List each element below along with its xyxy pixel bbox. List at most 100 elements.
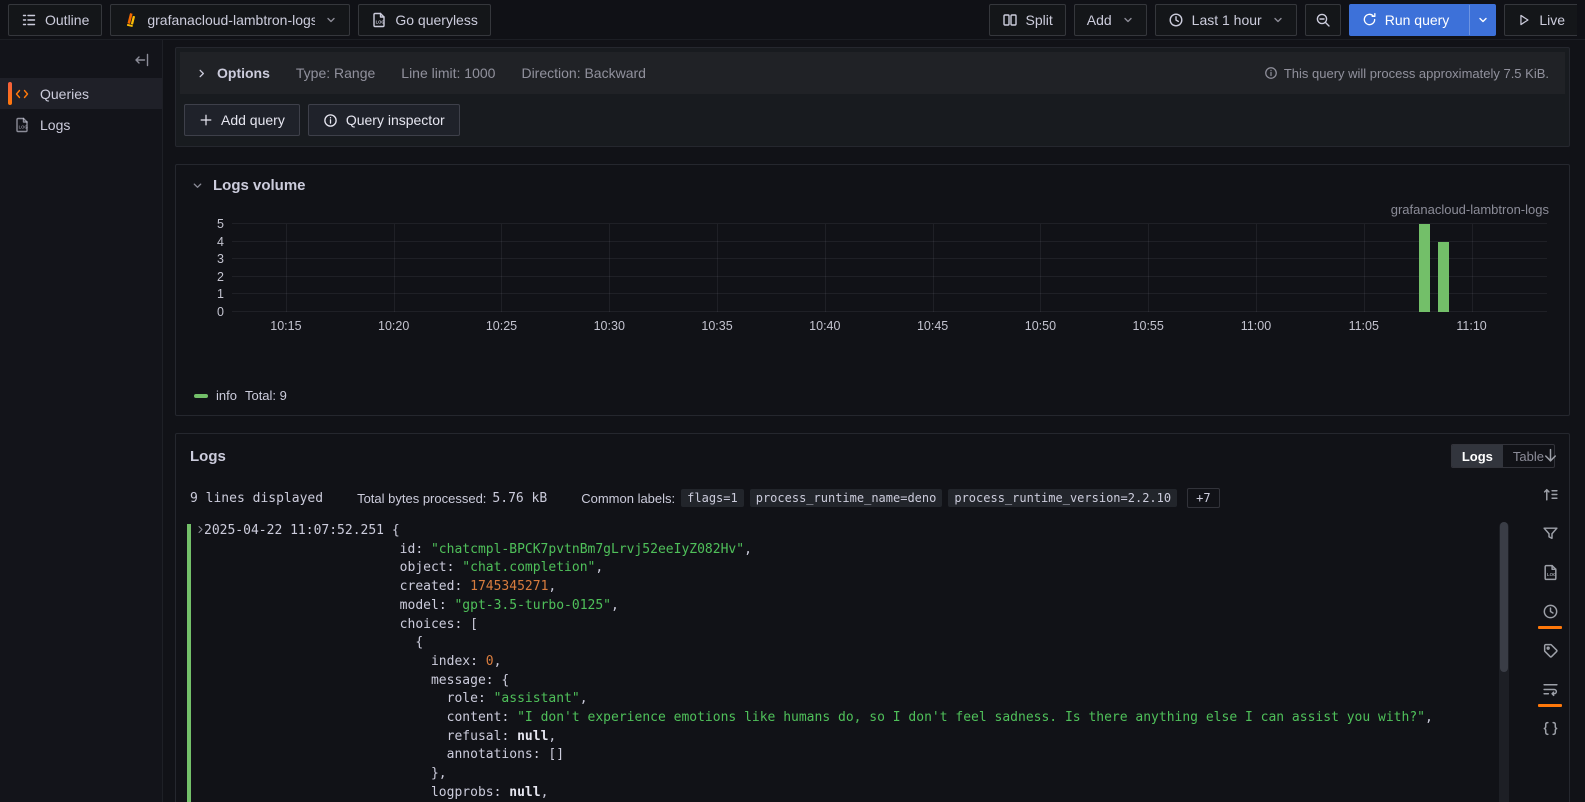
log-json-line: index: 0, — [204, 653, 1555, 672]
gridline — [232, 276, 1547, 277]
svg-text:LOG: LOG — [19, 124, 28, 129]
clock-icon — [1168, 12, 1184, 28]
go-queryless-button[interactable]: LOG Go queryless — [358, 4, 490, 36]
query-inspector-button[interactable]: Query inspector — [308, 104, 460, 136]
x-axis-tick: 10:50 — [1025, 319, 1056, 333]
query-size-notice-text: This query will process approximately 7.… — [1284, 66, 1549, 81]
add-query-button[interactable]: Add query — [184, 104, 300, 136]
gridline — [232, 293, 1547, 294]
gridline — [232, 258, 1547, 259]
chart-legend: info Total: 9 — [194, 388, 1559, 403]
common-labels-label: Common labels: — [581, 491, 675, 506]
log-file-icon: LOG — [371, 12, 387, 28]
chevron-down-icon — [325, 14, 337, 26]
legend-series-name[interactable]: info — [216, 388, 237, 403]
gridline — [394, 224, 395, 312]
toolbar-left: Outline grafanacloud-lambtron-logs LOG G… — [8, 4, 491, 36]
option-type: Type: Range — [296, 65, 375, 81]
log-level-stripe-info — [187, 524, 191, 802]
refresh-icon — [1362, 12, 1377, 27]
y-axis-tick: 1 — [217, 287, 224, 301]
sidebar-item-queries[interactable]: Queries — [0, 78, 162, 109]
log-json-line: model: "gpt-3.5-turbo-0125", — [204, 597, 1555, 616]
info-circle-icon — [1264, 66, 1278, 80]
sort-order-icon[interactable] — [1537, 479, 1563, 509]
live-button[interactable]: Live — [1504, 4, 1577, 36]
legend-total: Total: 9 — [245, 388, 287, 403]
logs-title: Logs — [190, 448, 226, 465]
options-expand-button[interactable]: Options — [196, 65, 270, 81]
add-label: Add — [1087, 12, 1112, 28]
log-json-line: choices: [ — [204, 616, 1555, 635]
gridline — [232, 241, 1547, 242]
log-json-line: message: { — [204, 672, 1555, 691]
logs-volume-header[interactable]: Logs volume — [186, 173, 1559, 196]
log-scrollbar[interactable] — [1499, 522, 1509, 802]
x-axis-tick: 10:45 — [917, 319, 948, 333]
add-button[interactable]: Add — [1074, 4, 1147, 36]
lines-displayed: 9 lines displayed — [190, 491, 323, 506]
log-json-line: object: "chat.completion", — [204, 559, 1555, 578]
x-axis-tick: 10:30 — [594, 319, 625, 333]
datasource-name: grafanacloud-lambtron-logs — [147, 12, 315, 28]
query-size-notice: This query will process approximately 7.… — [1264, 66, 1549, 81]
bar-info-11:07 — [1419, 224, 1430, 312]
gridline — [1364, 224, 1365, 312]
gridline — [609, 224, 610, 312]
gridline — [232, 311, 1547, 312]
unique-labels-icon[interactable] — [1537, 635, 1563, 665]
wrap-lines-icon[interactable] — [1537, 674, 1563, 704]
show-time-icon[interactable] — [1537, 596, 1563, 626]
log-json-line: logprobs: null, — [204, 784, 1555, 802]
log-row[interactable]: 2025-04-22 11:07:52.251 { id: "chatcmpl-… — [182, 522, 1555, 802]
visualisation-toggle-logs[interactable]: Logs — [1452, 445, 1503, 467]
logs-volume-chart: grafanacloud-lambtron-logs 01234510:1510… — [190, 202, 1555, 352]
gridline — [232, 223, 1547, 224]
log-json-line: created: 1745345271, — [204, 578, 1555, 597]
filter-icon[interactable] — [1537, 518, 1563, 548]
time-range-label: Last 1 hour — [1192, 12, 1262, 28]
sidebar-item-logs[interactable]: LOG Logs — [0, 109, 162, 140]
collapse-sidebar-button[interactable] — [134, 52, 150, 68]
outline-button[interactable]: Outline — [8, 4, 102, 36]
log-json-line: id: "chatcmpl-BPCK7pvtnBm7gLrvj52eeIyZ08… — [204, 541, 1555, 560]
split-button[interactable]: Split — [989, 4, 1066, 36]
log-json-line: { — [204, 634, 1555, 653]
datasource-picker[interactable]: grafanacloud-lambtron-logs — [110, 4, 350, 36]
explore-toolbar: Outline grafanacloud-lambtron-logs LOG G… — [0, 0, 1585, 40]
deduplicate-logs-icon[interactable]: LOG — [1537, 557, 1563, 587]
legend-color-dash — [194, 394, 208, 398]
common-label-chip: process_runtime_version=2.2.10 — [948, 489, 1177, 507]
live-label: Live — [1539, 12, 1565, 28]
log-scrollbar-thumb[interactable] — [1500, 522, 1508, 672]
query-options-bar[interactable]: Options Type: Range Line limit: 1000 Dir… — [180, 52, 1565, 94]
zoom-out-icon — [1315, 12, 1331, 28]
run-query-button[interactable]: Run query — [1349, 4, 1497, 36]
chart-plot-area: 01234510:1510:2010:2510:3010:3510:4010:4… — [232, 224, 1547, 312]
log-json-line: content: "I don't experience emotions li… — [204, 709, 1555, 728]
prettify-json-icon[interactable] — [1537, 713, 1563, 743]
scroll-to-bottom-icon[interactable] — [1537, 440, 1563, 470]
logs-header: Logs LogsTable — [176, 442, 1569, 476]
more-labels-button[interactable]: +7 — [1187, 488, 1219, 508]
time-zoom-out-button[interactable] — [1305, 4, 1341, 36]
split-label: Split — [1026, 12, 1053, 28]
log-rows-container[interactable]: 2025-04-22 11:07:52.251 { id: "chatcmpl-… — [182, 522, 1555, 802]
expand-log-row-icon[interactable] — [196, 525, 205, 534]
bytes-processed-label: Total bytes processed: — [357, 491, 486, 506]
logs-volume-panel: Logs volume grafanacloud-lambtron-logs 0… — [175, 164, 1570, 416]
logs-panel: Logs LogsTable 9 lines displayed Total b… — [175, 433, 1570, 802]
gridline — [1472, 224, 1473, 312]
gridline — [501, 224, 502, 312]
time-range-picker[interactable]: Last 1 hour — [1155, 4, 1297, 36]
gridline — [717, 224, 718, 312]
chevron-down-icon — [1272, 14, 1284, 26]
run-query-dropdown[interactable] — [1469, 5, 1495, 35]
log-json-line: role: "assistant", — [204, 690, 1555, 709]
bar-info-11:08 — [1438, 242, 1449, 312]
common-labels-chips: flags=1process_runtime_name=denoprocess_… — [681, 489, 1177, 507]
x-axis-tick: 10:25 — [486, 319, 517, 333]
logs-volume-title: Logs volume — [213, 177, 306, 194]
gridline — [1040, 224, 1041, 312]
svg-text:LOG: LOG — [1546, 572, 1556, 577]
